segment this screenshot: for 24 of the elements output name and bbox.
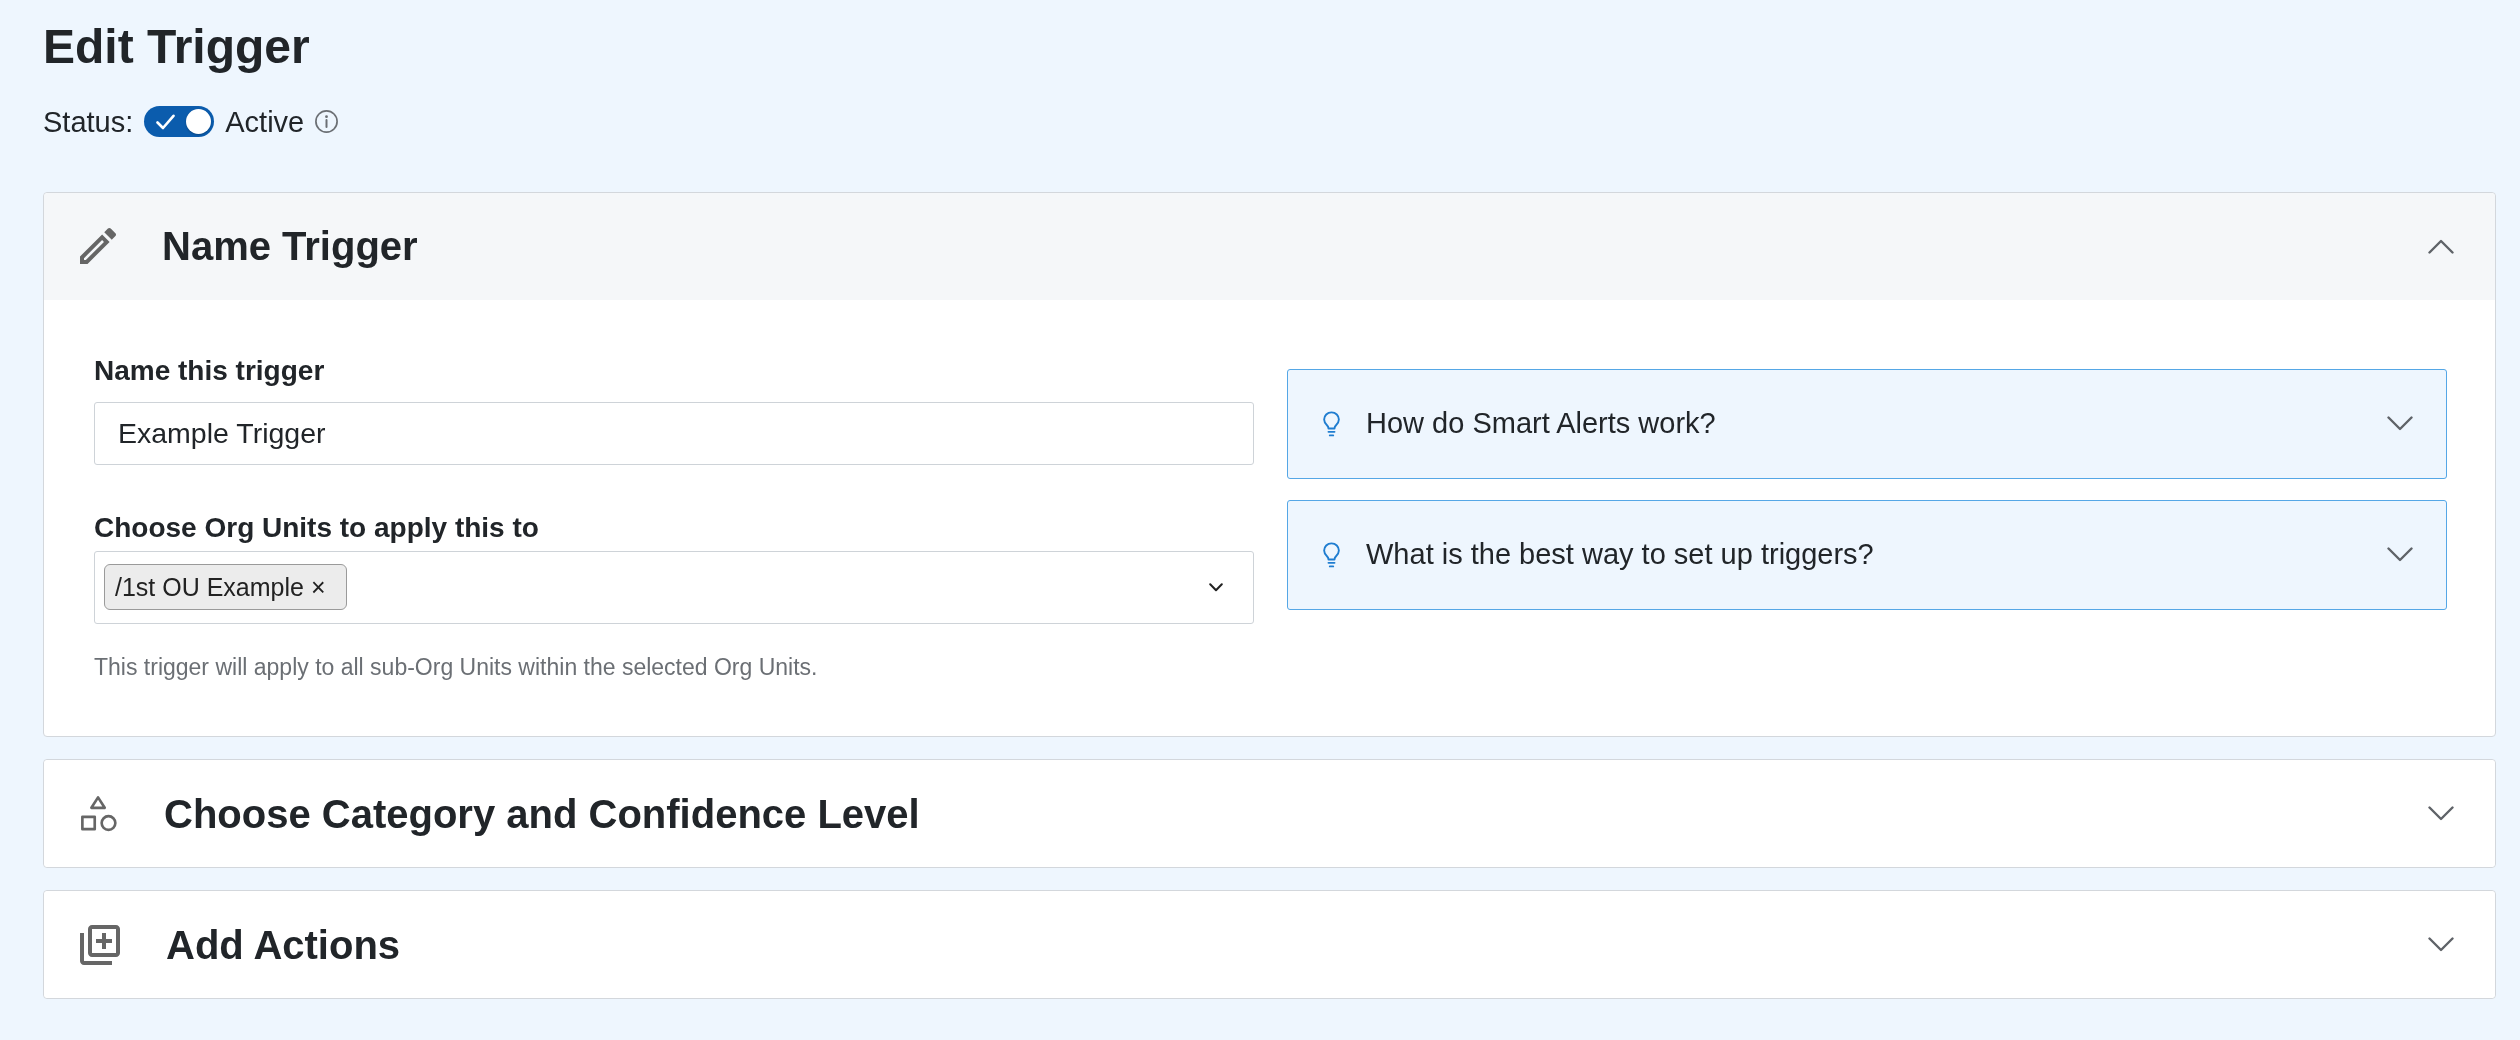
org-units-select[interactable]: /1st OU Example ×	[94, 550, 1254, 624]
help-text: This trigger will apply to all sub-Org Units within the selected Org Units.	[94, 652, 819, 682]
help-panel[interactable]: How do Smart Alerts work?	[1287, 368, 2447, 479]
status-label: Status:	[43, 104, 134, 139]
stacked-plus-icon	[80, 924, 120, 965]
pencil-icon	[80, 228, 116, 265]
name-input[interactable]: Example Trigger	[94, 402, 1254, 466]
field-label: Name this trigger	[94, 353, 326, 388]
status-toggle[interactable]	[144, 106, 215, 138]
page-title: Edit Trigger	[43, 19, 311, 75]
field-label: Choose Org Units to apply this to	[94, 511, 540, 545]
info-icon	[315, 110, 339, 134]
section-header[interactable]: Name Trigger	[44, 192, 2495, 300]
shapes-icon	[80, 794, 118, 833]
status-value: Active	[225, 104, 305, 139]
lightbulb-icon	[1323, 410, 1340, 437]
tag-label: /1st OU Example	[115, 571, 304, 603]
chevron-down-icon	[1209, 582, 1223, 592]
check-icon	[156, 113, 176, 130]
remove-tag-button[interactable]: ×	[303, 574, 330, 600]
section-header[interactable]: Choose Category and Confidence Level	[44, 760, 2495, 868]
section-header[interactable]: Add Actions	[44, 891, 2495, 999]
help-panel[interactable]: What is the best way to set up triggers?	[1287, 499, 2447, 610]
lightbulb-icon	[1323, 541, 1340, 568]
